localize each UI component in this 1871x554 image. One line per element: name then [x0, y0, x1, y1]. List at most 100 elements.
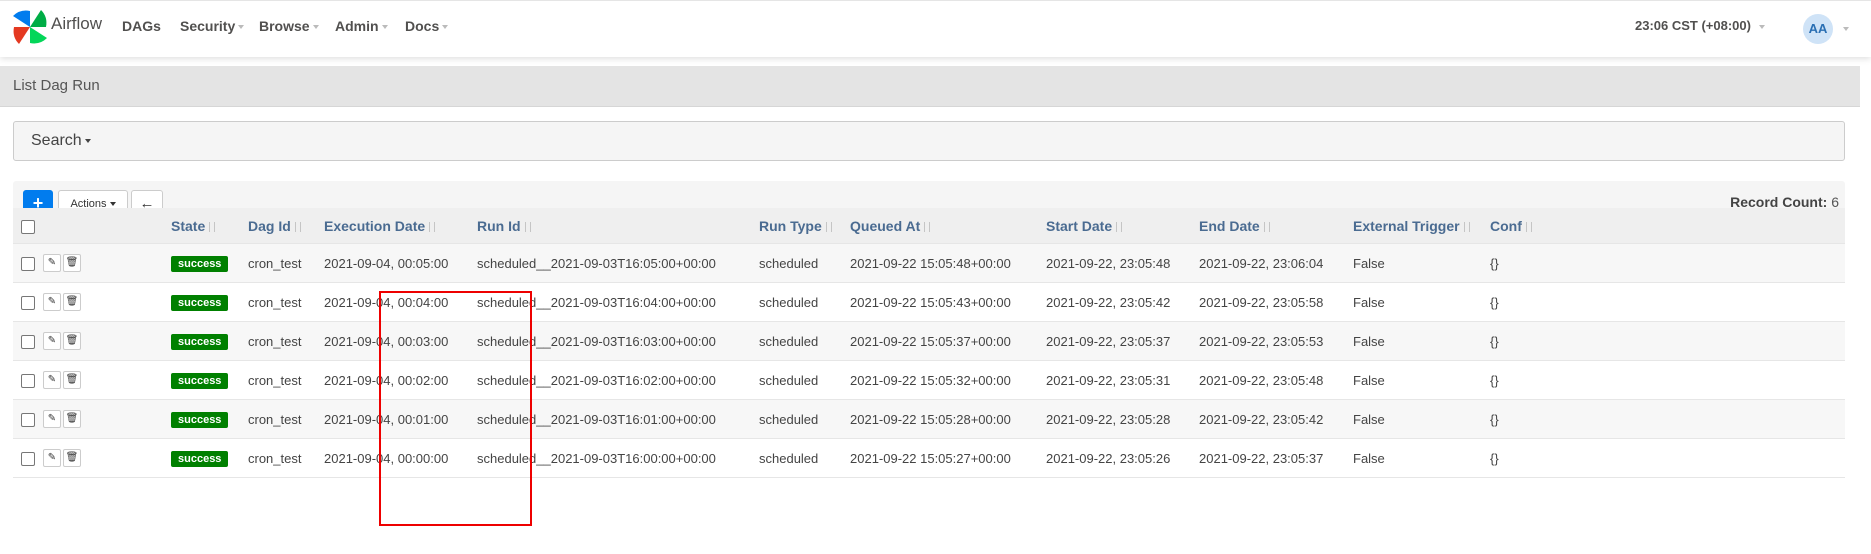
start-date-cell: 2021-09-22, 23:05:31	[1046, 360, 1199, 400]
timezone-clock[interactable]: 23:06 CST (+08:00)	[1635, 18, 1765, 33]
trash-icon[interactable]: 🗑	[63, 332, 81, 350]
dag-id-link[interactable]: cron_test	[248, 438, 324, 478]
run-id-link[interactable]: scheduled__2021-09-03T16:05:00+00:00	[477, 243, 759, 283]
chevron-down-icon[interactable]	[1843, 27, 1849, 31]
edit-icon[interactable]: ✎	[43, 254, 61, 272]
col-end-date[interactable]: End Date	[1199, 208, 1353, 244]
edit-icon[interactable]: ✎	[43, 293, 61, 311]
table-row: ✎ 🗑 success cron_test 2021-09-04, 00:00:0…	[13, 438, 1845, 478]
nav-security[interactable]: Security	[180, 18, 245, 34]
sort-icon	[524, 221, 531, 232]
trash-icon[interactable]: 🗑	[63, 371, 81, 389]
col-run-id-label: Run Id	[477, 217, 521, 234]
search-panel[interactable]: Search	[13, 121, 1845, 161]
dag-id-link[interactable]: cron_test	[248, 243, 324, 283]
queued-at-cell: 2021-09-22 15:05:37+00:00	[850, 321, 1046, 361]
status-badge: success	[171, 255, 229, 272]
edit-icon[interactable]: ✎	[43, 449, 61, 467]
col-run-type[interactable]: Run Type	[759, 208, 850, 244]
nav-browse[interactable]: Browse	[259, 18, 319, 34]
conf-cell: {}	[1490, 399, 1845, 439]
col-conf-label: Conf	[1490, 217, 1522, 234]
col-conf[interactable]: Conf	[1490, 208, 1845, 244]
row-select-cell	[13, 399, 43, 439]
run-type-cell: scheduled	[759, 282, 850, 322]
sort-icon	[429, 221, 436, 232]
row-checkbox[interactable]	[21, 256, 35, 271]
table-row: ✎ 🗑 success cron_test 2021-09-04, 00:05:0…	[13, 243, 1845, 283]
nav-dags[interactable]: DAGs	[122, 18, 161, 34]
col-run-id[interactable]: Run Id	[477, 208, 759, 244]
nav-admin-label: Admin	[335, 18, 379, 34]
state-cell: success	[171, 321, 248, 361]
trash-icon[interactable]: 🗑	[63, 293, 81, 311]
user-avatar[interactable]: AA	[1803, 14, 1833, 44]
external-trigger-cell: False	[1353, 282, 1490, 322]
search-toggle[interactable]: Search	[31, 132, 91, 150]
trash-icon[interactable]: 🗑	[63, 410, 81, 428]
col-external-trigger[interactable]: External Trigger	[1353, 208, 1490, 244]
sort-icon	[1525, 221, 1532, 232]
conf-cell: {}	[1490, 360, 1845, 400]
row-checkbox[interactable]	[21, 334, 35, 349]
row-select-cell	[13, 282, 43, 322]
end-date-cell: 2021-09-22, 23:05:37	[1199, 438, 1353, 478]
start-date-cell: 2021-09-22, 23:05:37	[1046, 321, 1199, 361]
col-dag-id[interactable]: Dag Id	[248, 208, 324, 244]
row-select-cell	[13, 360, 43, 400]
dag-id-link[interactable]: cron_test	[248, 399, 324, 439]
col-queued-at-label: Queued At	[850, 217, 921, 234]
end-date-cell: 2021-09-22, 23:06:04	[1199, 243, 1353, 283]
col-dag-id-label: Dag Id	[248, 217, 291, 234]
row-checkbox[interactable]	[21, 295, 35, 310]
row-actions-cell: ✎ 🗑	[43, 243, 171, 283]
row-select-cell	[13, 321, 43, 361]
table-row: ✎ 🗑 success cron_test 2021-09-04, 00:03:0…	[13, 321, 1845, 361]
nav-docs[interactable]: Docs	[405, 18, 449, 34]
col-run-type-label: Run Type	[759, 217, 822, 234]
nav-admin[interactable]: Admin	[335, 18, 388, 34]
col-execution-date[interactable]: Execution Date	[324, 208, 477, 244]
queued-at-cell: 2021-09-22 15:05:32+00:00	[850, 360, 1046, 400]
edit-icon[interactable]: ✎	[43, 410, 61, 428]
trash-icon[interactable]: 🗑	[63, 254, 81, 272]
search-label: Search	[31, 132, 82, 149]
trash-icon[interactable]: 🗑	[63, 449, 81, 467]
row-select-cell	[13, 243, 43, 283]
start-date-cell: 2021-09-22, 23:05:42	[1046, 282, 1199, 322]
conf-cell: {}	[1490, 321, 1845, 361]
external-trigger-cell: False	[1353, 438, 1490, 478]
chevron-down-icon	[109, 202, 116, 207]
row-checkbox[interactable]	[21, 373, 35, 388]
col-state[interactable]: State	[171, 208, 248, 244]
select-all-checkbox[interactable]	[21, 219, 35, 234]
dag-id-link[interactable]: cron_test	[248, 321, 324, 361]
state-cell: success	[171, 438, 248, 478]
chevron-down-icon	[84, 138, 91, 143]
sort-icon	[825, 221, 832, 232]
panel-header: List Dag Run	[0, 66, 1860, 107]
chevron-down-icon	[1758, 24, 1765, 29]
row-actions-cell: ✎ 🗑	[43, 399, 171, 439]
nav-browse-label: Browse	[259, 18, 310, 34]
start-date-cell: 2021-09-22, 23:05:48	[1046, 243, 1199, 283]
chevron-down-icon	[442, 25, 449, 30]
sort-icon	[1463, 221, 1470, 232]
conf-cell: {}	[1490, 282, 1845, 322]
edit-icon[interactable]: ✎	[43, 332, 61, 350]
col-queued-at[interactable]: Queued At	[850, 208, 1046, 244]
external-trigger-cell: False	[1353, 321, 1490, 361]
page-title: List Dag Run	[13, 77, 100, 94]
edit-icon[interactable]: ✎	[43, 371, 61, 389]
col-start-date-label: Start Date	[1046, 217, 1113, 234]
col-start-date[interactable]: Start Date	[1046, 208, 1199, 244]
conf-cell: {}	[1490, 438, 1845, 478]
row-checkbox[interactable]	[21, 451, 35, 466]
dag-run-table: State Dag Id Execution Date Run Id Run T…	[13, 208, 1845, 478]
dag-id-link[interactable]: cron_test	[248, 360, 324, 400]
dag-id-link[interactable]: cron_test	[248, 282, 324, 322]
row-checkbox[interactable]	[21, 412, 35, 427]
airflow-logo-icon[interactable]	[10, 7, 50, 47]
row-actions-cell: ✎ 🗑	[43, 360, 171, 400]
brand-name[interactable]: Airflow	[51, 14, 102, 34]
